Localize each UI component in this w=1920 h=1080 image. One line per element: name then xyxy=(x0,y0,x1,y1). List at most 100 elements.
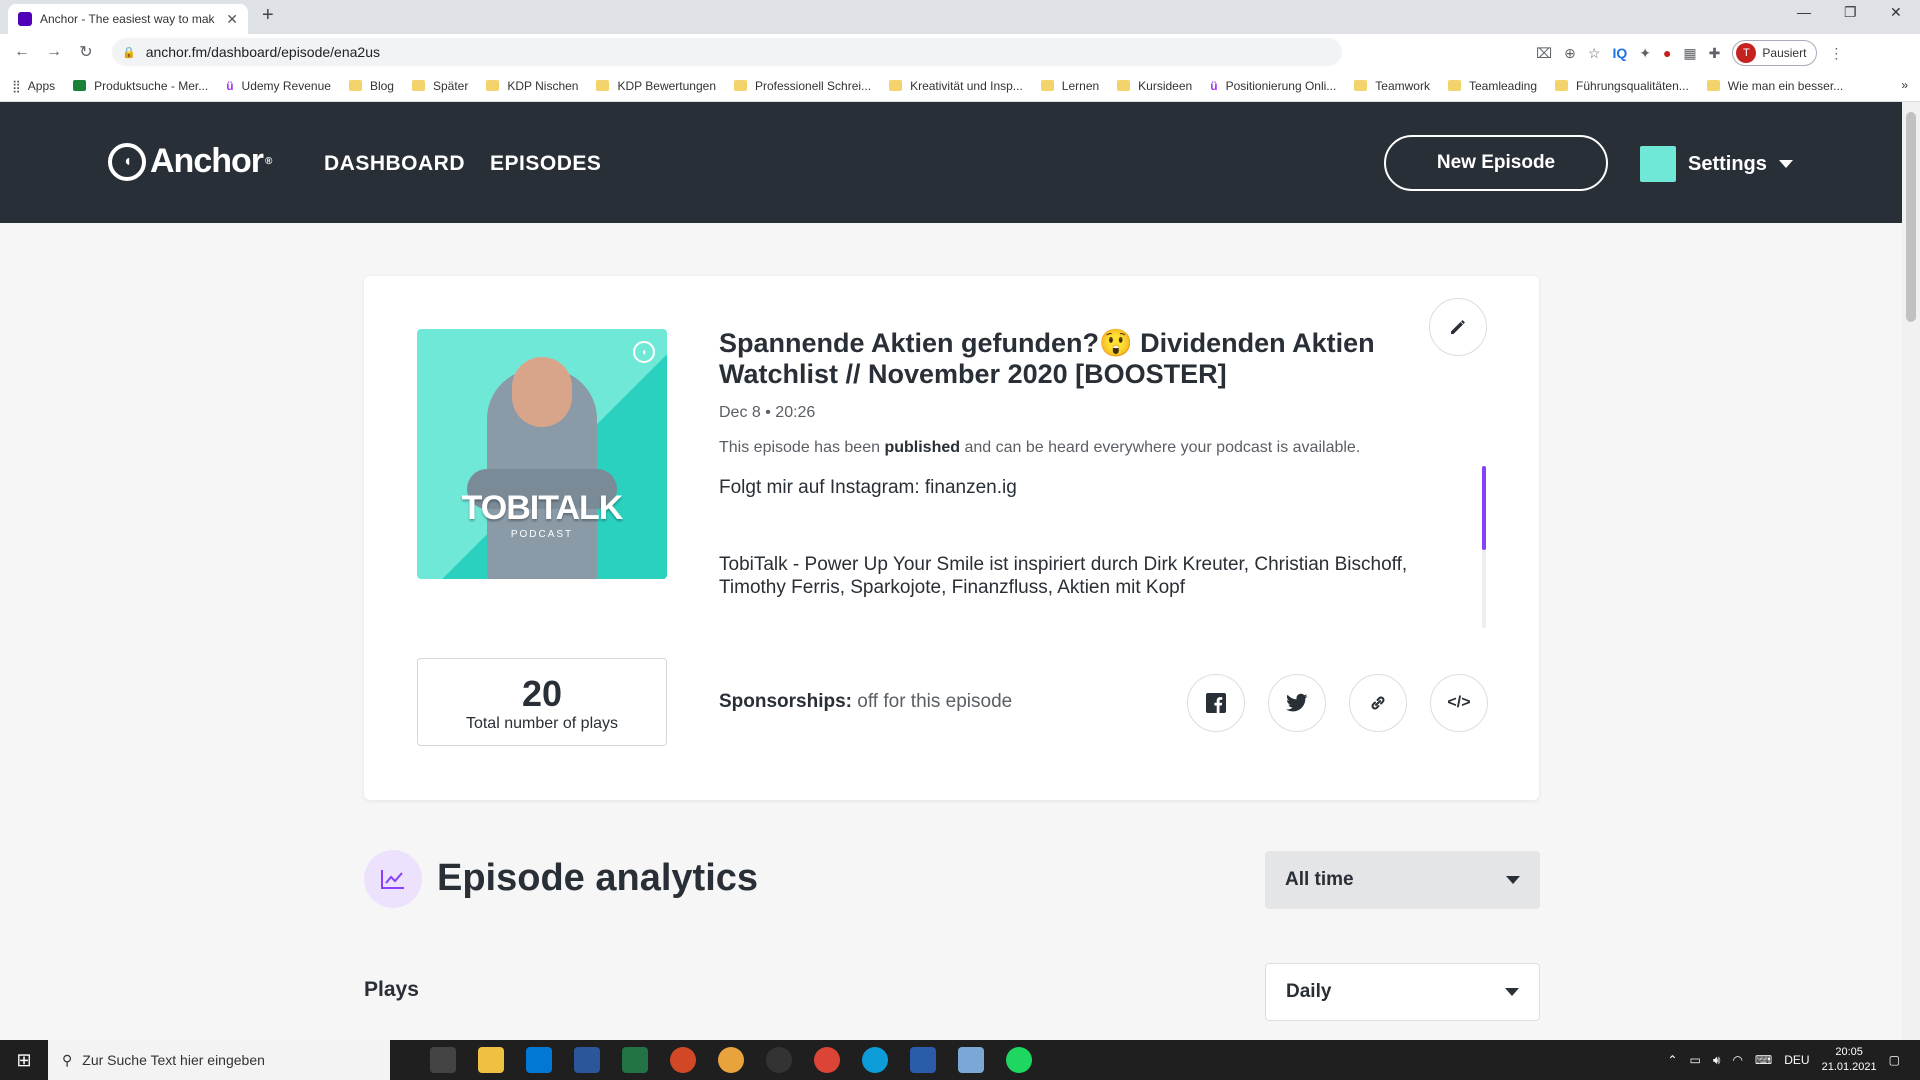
time-range-select[interactable]: All time xyxy=(1265,851,1540,909)
tab-title: Anchor - The easiest way to mak xyxy=(40,12,215,26)
bookmark-item[interactable]: ⣿ Apps xyxy=(12,79,55,93)
description-scrollbar[interactable] xyxy=(1482,466,1486,628)
obs-icon[interactable] xyxy=(766,1047,792,1073)
bookmark-label: Positionierung Onli... xyxy=(1225,78,1337,93)
forward-arrow-icon[interactable]: → xyxy=(38,43,70,61)
language-indicator[interactable]: DEU xyxy=(1784,1053,1809,1067)
artwork-brand: TOBITALK xyxy=(461,489,624,527)
edit-episode-button[interactable] xyxy=(1429,298,1487,356)
zoom-icon[interactable]: ⊕ xyxy=(1564,45,1576,62)
embed-code-icon: </> xyxy=(1447,694,1471,711)
episode-description[interactable]: Folgt mir auf Instagram: finanzen.ig Tob… xyxy=(719,476,1459,606)
browser-tab-anchor[interactable]: Anchor - The easiest way to mak ✕ xyxy=(8,4,248,34)
bookmark-label: Führungsqualitäten... xyxy=(1576,78,1689,93)
interval-select[interactable]: Daily xyxy=(1265,963,1540,1021)
profile-button[interactable]: T Pausiert xyxy=(1732,40,1818,66)
keyboard-icon[interactable]: ⌨ xyxy=(1755,1053,1772,1067)
embed-code-button[interactable]: </> xyxy=(1430,674,1488,732)
notifications-icon[interactable]: ▢ xyxy=(1889,1053,1900,1067)
bookmark-item[interactable]: Teamleading xyxy=(1447,79,1537,93)
bookmark-item[interactable]: Lernen xyxy=(1040,79,1099,93)
windows-start-icon[interactable]: ⊞ xyxy=(0,1050,48,1071)
bookmark-item[interactable]: Führungsqualitäten... xyxy=(1555,79,1689,93)
volume-icon[interactable]: 🔊︎ xyxy=(1713,1053,1721,1068)
extension-iq-icon[interactable]: IQ xyxy=(1612,45,1627,61)
nav-dashboard[interactable]: DASHBOARD xyxy=(324,152,465,176)
bookmark-label: KDP Nischen xyxy=(507,78,579,93)
nav-episodes[interactable]: EPISODES xyxy=(490,152,601,176)
powerpoint-icon[interactable] xyxy=(670,1047,696,1073)
file-explorer-icon[interactable] xyxy=(478,1047,504,1073)
new-tab-button[interactable]: + xyxy=(262,4,274,27)
twitter-icon xyxy=(1286,693,1308,712)
address-bar[interactable]: 🔒 anchor.fm/dashboard/episode/ena2us xyxy=(112,38,1342,66)
chrome-icon[interactable] xyxy=(814,1047,840,1073)
extension-icon[interactable]: ✦ xyxy=(1639,45,1651,62)
anchor-logo-icon: ◖ xyxy=(108,142,146,181)
app-icon[interactable] xyxy=(910,1047,936,1073)
new-episode-button[interactable]: New Episode xyxy=(1384,135,1608,191)
app-header: ◖ Anchor ® DASHBOARD EPISODES New Episod… xyxy=(0,102,1902,223)
bookmark-item[interactable]: Kreativität und Insp... xyxy=(889,79,1023,93)
extension-grid-icon[interactable]: ▦ xyxy=(1683,45,1696,62)
logo-mark: ® xyxy=(265,156,272,167)
share-twitter-button[interactable] xyxy=(1268,674,1326,732)
anchor-logo[interactable]: ◖ Anchor ® xyxy=(108,142,272,181)
bookmarks-overflow-icon[interactable]: » xyxy=(1901,78,1908,92)
bookmark-item[interactable]: Produktsuche - Mer... xyxy=(73,79,208,93)
page-scrollbar[interactable] xyxy=(1902,102,1920,1040)
bookmark-label: KDP Bewertungen xyxy=(617,78,716,93)
chevron-down-icon xyxy=(1778,160,1793,168)
bookmark-item[interactable]: Blog xyxy=(348,78,394,93)
anchor-favicon-icon xyxy=(18,12,32,26)
minimize-window-icon[interactable]: — xyxy=(1797,4,1811,20)
copy-link-button[interactable] xyxy=(1349,674,1407,732)
description-line: Folgt mir auf Instagram: finanzen.ig xyxy=(719,477,1017,498)
status-published: published xyxy=(884,439,961,456)
excel-icon[interactable] xyxy=(622,1047,648,1073)
chevron-up-icon[interactable]: ⌃ xyxy=(1667,1053,1677,1067)
restore-window-icon[interactable]: ❐ xyxy=(1844,4,1857,21)
toolbar-extensions: ⌧ ⊕ ☆ IQ ✦ ● ▦ ✚ T Pausiert ⋮ xyxy=(1536,40,1843,66)
clock[interactable]: 20:05 21.01.2021 xyxy=(1822,1045,1877,1075)
bookmark-item[interactable]: Teamwork xyxy=(1354,79,1430,93)
word-icon[interactable] xyxy=(574,1047,600,1073)
bookmark-item[interactable]: Kursideen xyxy=(1117,79,1192,93)
status-prefix: This episode has been xyxy=(719,439,885,456)
taskbar-apps xyxy=(430,1047,1032,1073)
edge-icon[interactable] xyxy=(862,1047,888,1073)
bookmark-item[interactable]: ü Positionierung Onli... xyxy=(1210,79,1336,93)
bookmark-label: Blog xyxy=(369,78,394,93)
extension-adblock-icon[interactable]: ● xyxy=(1663,45,1671,61)
app-icon[interactable] xyxy=(958,1047,984,1073)
page-scrollbar-thumb[interactable] xyxy=(1906,112,1916,322)
app-icon[interactable] xyxy=(718,1047,744,1073)
reload-icon[interactable]: ↻ xyxy=(70,42,102,62)
device-icon[interactable]: ▭ xyxy=(1690,1053,1701,1067)
mail-icon[interactable] xyxy=(526,1047,552,1073)
interval-value: Daily xyxy=(1286,981,1332,1002)
close-window-icon[interactable]: ✕ xyxy=(1890,4,1902,21)
bookmark-item[interactable]: Später xyxy=(411,79,468,93)
bookmark-item[interactable]: ü Udemy Revenue xyxy=(226,79,331,93)
bookmarks-bar: ⣿ Apps Produktsuche - Mer... ü Udemy Revenue… xyxy=(0,70,1920,102)
back-arrow-icon[interactable]: ← xyxy=(6,43,38,61)
bookmark-star-icon[interactable]: ☆ xyxy=(1588,45,1601,62)
extensions-puzzle-icon[interactable]: ✚ xyxy=(1709,45,1721,62)
settings-menu[interactable]: Settings xyxy=(1640,146,1793,182)
close-tab-icon[interactable]: ✕ xyxy=(226,11,238,28)
bookmark-item[interactable]: KDP Nischen xyxy=(486,79,578,93)
bookmark-item[interactable]: Professionell Schrei... xyxy=(734,79,871,93)
browser-menu-icon[interactable]: ⋮ xyxy=(1829,45,1843,62)
share-facebook-button[interactable] xyxy=(1187,674,1245,732)
spotify-icon[interactable] xyxy=(1006,1047,1032,1073)
translate-icon[interactable]: ⌧ xyxy=(1536,45,1552,62)
bookmark-item[interactable]: KDP Bewertungen xyxy=(596,79,716,93)
description-scrollbar-thumb[interactable] xyxy=(1482,466,1486,550)
taskbar-search[interactable]: ⚲ Zur Suche Text hier eingeben xyxy=(48,1040,390,1080)
bookmark-label: Professionell Schrei... xyxy=(755,78,872,93)
browser-toolbar: ← → ↻ 🔒 anchor.fm/dashboard/episode/ena2… xyxy=(0,34,1920,70)
bookmark-item[interactable]: Wie man ein besser... xyxy=(1706,79,1843,93)
wifi-icon[interactable]: ◠ xyxy=(1732,1053,1742,1067)
task-view-icon[interactable] xyxy=(430,1047,456,1073)
